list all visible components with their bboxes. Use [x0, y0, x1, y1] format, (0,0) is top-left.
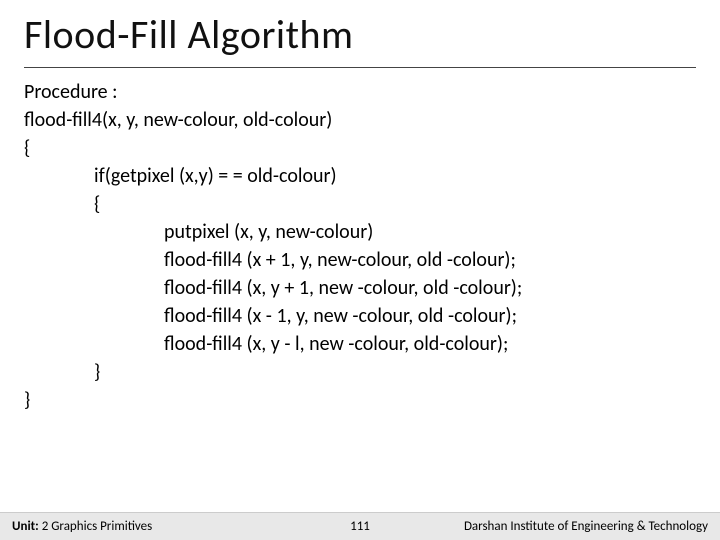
brace-open-outer: {: [24, 134, 696, 162]
slide-body: Procedure : flood-fill4(x, y, new-colour…: [24, 78, 696, 414]
proc-label: Procedure :: [24, 78, 696, 106]
brace-close-inner: }: [24, 358, 696, 386]
slide-title: Flood-Fill Algorithm: [24, 10, 696, 68]
recurse-down: flood-fill4 (x, y + 1, new -colour, old …: [24, 274, 696, 302]
proc-signature: flood-fill4(x, y, new-colour, old-colour…: [24, 106, 696, 134]
slide-footer: Unit: 2 Graphics Primitives 111 Darshan …: [0, 512, 720, 540]
recurse-left: flood-fill4 (x - 1, y, new -colour, old …: [24, 302, 696, 330]
institute-name: Darshan Institute of Engineering & Techn…: [464, 519, 708, 534]
slide: Flood-Fill Algorithm Procedure : flood-f…: [0, 0, 720, 540]
recurse-right: flood-fill4 (x + 1, y, new-colour, old -…: [24, 246, 696, 274]
recurse-up: flood-fill4 (x, y - l, new -colour, old-…: [24, 330, 696, 358]
unit-label: Unit:: [12, 519, 42, 534]
unit-info: Unit: 2 Graphics Primitives: [12, 519, 152, 534]
unit-text: 2 Graphics Primitives: [42, 519, 153, 534]
brace-close-outer: }: [24, 386, 696, 414]
if-condition: if(getpixel (x,y) = = old-colour): [24, 162, 696, 190]
page-number: 111: [350, 519, 370, 534]
putpixel-call: putpixel (x, y, new-colour): [24, 218, 696, 246]
brace-open-inner: {: [24, 190, 696, 218]
